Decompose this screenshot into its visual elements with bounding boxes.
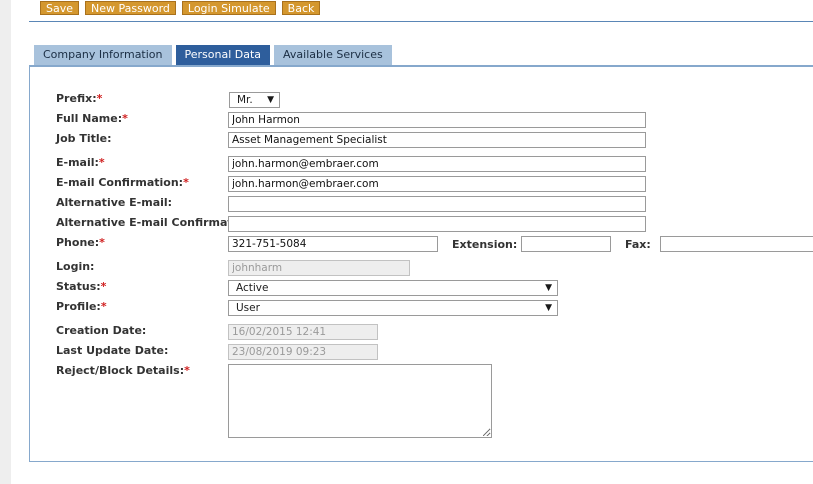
required-marker: * <box>96 92 103 105</box>
login-label: Login: <box>56 260 95 273</box>
email-confirmation-label-text: E-mail Confirmation: <box>56 176 184 189</box>
save-button[interactable]: Save <box>40 1 80 15</box>
tab-company-information[interactable]: Company Information <box>34 45 172 65</box>
required-marker: * <box>183 176 189 189</box>
required-marker: * <box>100 280 107 293</box>
login-input <box>228 260 410 276</box>
profile-label-text: Profile: <box>56 300 101 313</box>
fax-input[interactable] <box>660 236 813 252</box>
extension-label: Extension: <box>452 238 518 251</box>
alternative-email-input[interactable] <box>228 196 646 212</box>
new-password-button[interactable]: New Password <box>85 1 176 15</box>
required-marker: * <box>98 156 105 169</box>
back-button[interactable]: Back <box>281 1 321 15</box>
profile-label: Profile:* <box>56 300 107 313</box>
alternative-email-confirmation-label: Alternative E-mail Confirmation: <box>56 216 257 229</box>
email-label-text: E-mail: <box>56 156 99 169</box>
fax-label: Fax: <box>625 238 651 251</box>
prefix-label: Prefix:* <box>56 92 102 105</box>
login-simulate-button[interactable]: Login Simulate <box>181 1 276 15</box>
profile-select[interactable]: User ▼ <box>228 300 558 316</box>
job-title-label: Job Title: <box>56 132 112 145</box>
tab-bar: Company Information Personal Data Availa… <box>34 45 392 65</box>
status-label-text: Status: <box>56 280 101 293</box>
status-label: Status:* <box>56 280 106 293</box>
full-name-input[interactable] <box>228 112 646 128</box>
email-confirmation-label: E-mail Confirmation:* <box>56 176 189 189</box>
toolbar-divider <box>29 21 813 22</box>
status-value: Active <box>236 282 269 294</box>
prefix-value: Mr. <box>237 94 253 106</box>
email-input[interactable] <box>228 156 646 172</box>
left-gutter <box>0 0 11 484</box>
chevron-down-icon: ▼ <box>267 95 274 105</box>
alternative-email-confirmation-input[interactable] <box>228 216 646 232</box>
profile-value: User <box>236 302 260 314</box>
reject-block-details-label-text: Reject/Block Details: <box>56 364 185 377</box>
phone-label: Phone:* <box>56 236 105 249</box>
job-title-input[interactable] <box>228 132 646 148</box>
creation-date-field <box>228 324 378 340</box>
email-confirmation-input[interactable] <box>228 176 646 192</box>
creation-date-label: Creation Date: <box>56 324 147 337</box>
required-marker: * <box>122 112 128 125</box>
reject-block-details-textarea[interactable] <box>228 364 492 438</box>
status-select[interactable]: Active ▼ <box>228 280 558 296</box>
full-name-label: Full Name:* <box>56 112 128 125</box>
prefix-select[interactable]: Mr. ▼ <box>229 92 280 108</box>
required-marker: * <box>100 300 107 313</box>
phone-label-text: Phone: <box>56 236 100 249</box>
required-marker: * <box>184 364 190 377</box>
reject-block-details-label: Reject/Block Details:* <box>56 364 190 377</box>
chevron-down-icon: ▼ <box>545 283 552 293</box>
prefix-label-text: Prefix: <box>56 92 97 105</box>
chevron-down-icon: ▼ <box>545 303 552 313</box>
tab-available-services[interactable]: Available Services <box>274 45 392 65</box>
extension-input[interactable] <box>521 236 611 252</box>
toolbar: Save New Password Login Simulate Back <box>40 1 321 15</box>
email-label: E-mail:* <box>56 156 105 169</box>
last-update-date-field <box>228 344 378 360</box>
alternative-email-label: Alternative E-mail: <box>56 196 173 209</box>
tab-personal-data[interactable]: Personal Data <box>175 45 271 65</box>
full-name-label-text: Full Name: <box>56 112 123 125</box>
phone-input[interactable] <box>228 236 438 252</box>
required-marker: * <box>99 236 105 249</box>
last-update-date-label: Last Update Date: <box>56 344 169 357</box>
